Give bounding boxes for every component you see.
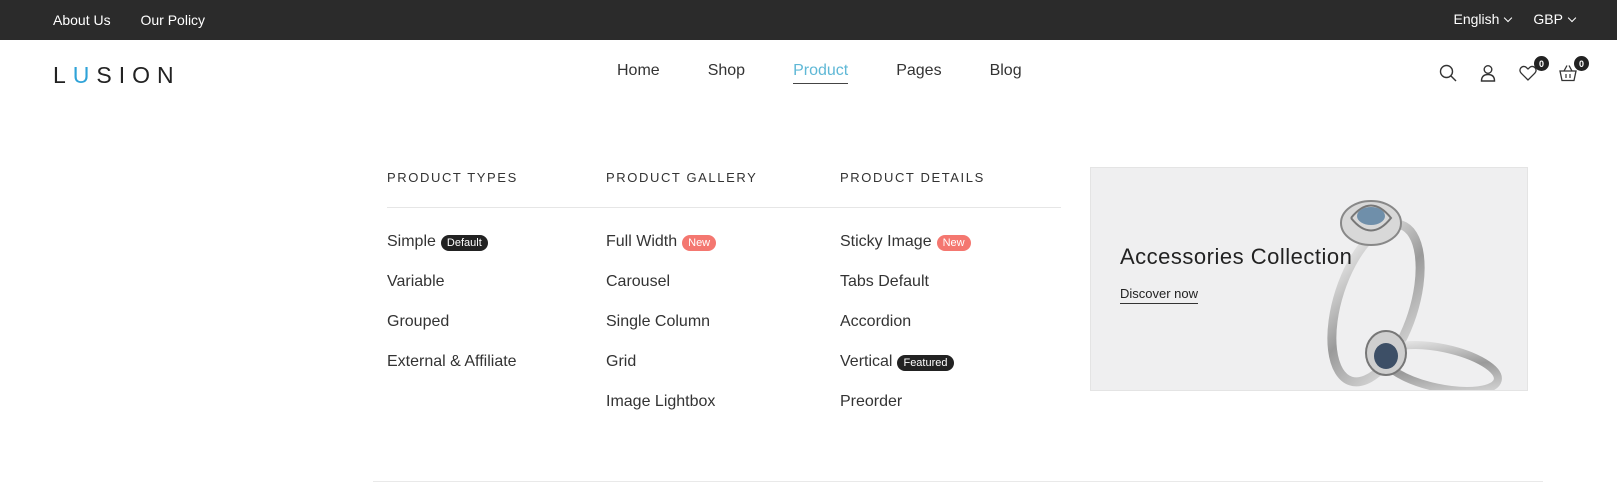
menu-column-product-details: PRODUCT DETAILS Sticky Image New Tabs Def… xyxy=(840,170,985,410)
menu-item-label: Image Lightbox xyxy=(606,393,716,410)
column-title: PRODUCT GALLERY xyxy=(606,170,758,185)
our-policy-link[interactable]: Our Policy xyxy=(140,12,205,28)
about-us-link[interactable]: About Us xyxy=(53,12,111,28)
accessories-banner[interactable]: Accessories Collection Discover now xyxy=(1090,167,1528,391)
menu-item-simple[interactable]: Simple Default xyxy=(387,233,517,273)
menu-item-label: Preorder xyxy=(840,393,903,410)
menu-item-label: Grouped xyxy=(387,313,450,330)
logo-letter-l: L xyxy=(53,62,73,88)
menu-item-grouped[interactable]: Grouped xyxy=(387,313,517,353)
menu-item-label: Variable xyxy=(387,273,445,290)
logo-letters-sion: SION xyxy=(96,62,181,88)
menu-item-label: Grid xyxy=(606,353,637,370)
menu-item-grid[interactable]: Grid xyxy=(606,353,716,393)
menu-column-product-types: PRODUCT TYPES Simple Default Variable Gro… xyxy=(387,170,518,370)
menu-bottom-border xyxy=(373,481,1543,482)
currency-select[interactable]: GBP xyxy=(1533,11,1577,27)
menu-item-preorder[interactable]: Preorder xyxy=(840,393,971,433)
column-title: PRODUCT DETAILS xyxy=(840,170,985,185)
banner-title: Accessories Collection xyxy=(1120,244,1353,269)
nav-shop[interactable]: Shop xyxy=(708,62,745,84)
search-icon xyxy=(1439,64,1457,82)
menu-item-tabs-default[interactable]: Tabs Default xyxy=(840,273,971,313)
menu-item-label: Tabs Default xyxy=(840,273,929,290)
language-select[interactable]: English xyxy=(1453,11,1513,27)
main-header: LUSION Home Shop Product Pages Blog 0 0 xyxy=(0,40,1617,110)
language-label: English xyxy=(1453,11,1500,27)
menu-item-sticky-image[interactable]: Sticky Image New xyxy=(840,233,971,273)
cart-button[interactable]: 0 xyxy=(1559,56,1589,82)
menu-column-product-gallery: PRODUCT GALLERY Full Width New Carousel S… xyxy=(606,170,758,410)
ring-image xyxy=(1327,200,1502,390)
new-tag: New xyxy=(936,235,971,251)
search-button[interactable] xyxy=(1439,64,1457,82)
nav-product[interactable]: Product xyxy=(793,62,849,84)
menu-item-image-lightbox[interactable]: Image Lightbox xyxy=(606,393,716,433)
cart-count-badge: 0 xyxy=(1574,56,1589,71)
top-bar: About Us Our Policy English GBP xyxy=(0,0,1617,40)
column-title: PRODUCT TYPES xyxy=(387,170,518,185)
chevron-down-icon xyxy=(1567,13,1577,22)
menu-item-label: Single Column xyxy=(606,313,711,330)
product-mega-menu: PRODUCT TYPES Simple Default Variable Gro… xyxy=(0,110,1617,500)
new-tag: New xyxy=(682,235,717,251)
logo-letter-u: U xyxy=(72,62,97,88)
menu-item-variable[interactable]: Variable xyxy=(387,273,517,313)
menu-item-label: Carousel xyxy=(606,273,671,290)
menu-item-label: Accordion xyxy=(840,313,912,330)
chevron-down-icon xyxy=(1504,13,1513,22)
menu-item-accordion[interactable]: Accordion xyxy=(840,313,971,353)
main-nav: Home Shop Product Pages Blog xyxy=(617,62,1022,84)
discover-now-link[interactable]: Discover now xyxy=(1120,286,1199,304)
user-icon xyxy=(1480,65,1496,82)
menu-item-label: Simple xyxy=(387,233,436,250)
menu-item-external-affiliate[interactable]: External & Affiliate xyxy=(387,353,517,393)
wishlist-count-badge: 0 xyxy=(1534,56,1549,71)
default-tag: Default xyxy=(440,235,488,251)
menu-item-full-width[interactable]: Full Width New xyxy=(606,233,717,273)
nav-home[interactable]: Home xyxy=(617,62,660,84)
account-button[interactable] xyxy=(1479,64,1497,82)
nav-pages[interactable]: Pages xyxy=(896,62,941,84)
menu-item-single-column[interactable]: Single Column xyxy=(606,313,716,353)
menu-item-label: Full Width xyxy=(606,233,678,250)
menu-item-label: Vertical xyxy=(840,353,893,370)
nav-blog[interactable]: Blog xyxy=(990,62,1022,84)
menu-item-label: External & Affiliate xyxy=(387,353,517,370)
currency-label: GBP xyxy=(1533,11,1563,27)
top-selectors: English GBP xyxy=(1453,11,1577,27)
menu-divider xyxy=(387,207,1061,208)
menu-item-carousel[interactable]: Carousel xyxy=(606,273,716,313)
top-links: About Us Our Policy xyxy=(53,12,231,28)
site-logo[interactable]: LUSION xyxy=(53,62,181,89)
header-actions: 0 0 xyxy=(1439,56,1589,82)
featured-tag: Featured xyxy=(897,355,954,371)
menu-item-vertical[interactable]: Vertical Featured xyxy=(840,353,971,393)
menu-item-label: Sticky Image xyxy=(840,233,932,250)
wishlist-button[interactable]: 0 xyxy=(1519,56,1549,82)
